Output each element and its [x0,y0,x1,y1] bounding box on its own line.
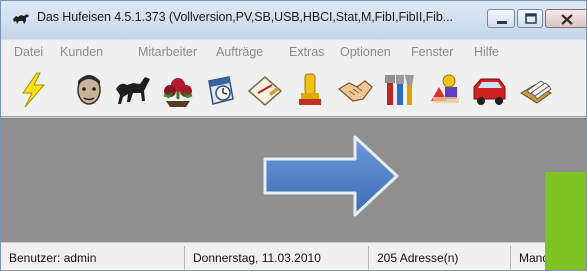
toolbar-button-cardbox[interactable] [515,71,555,109]
maximize-icon [525,13,537,24]
status-addresses-cell: 205 Adresse(n) [371,246,511,270]
close-button[interactable] [545,9,586,28]
toolbar-button-note[interactable] [245,71,285,109]
status-addresses: 205 Adresse(n) [377,251,459,265]
card-box-icon [520,80,552,104]
status-user: Benutzer: admin [9,251,97,265]
stamp-icon [299,73,321,105]
menu-bar: Datei Kunden Mitarbeiter Aufträge Extras… [1,39,586,63]
close-icon [561,14,573,25]
minimize-icon [497,21,507,24]
shapes-icon [431,74,459,103]
menu-kunden[interactable]: Kunden [60,45,103,59]
person-face-icon [77,75,101,105]
toolbar-button-calendar[interactable] [201,71,241,109]
lightning-icon [22,72,46,108]
tools-icon [385,75,414,105]
handshake-icon [337,80,373,102]
menu-datei[interactable]: Datei [14,45,43,59]
maximize-button[interactable] [517,9,543,28]
note-paper-icon [247,76,283,106]
toolbar-button-person[interactable] [69,71,109,109]
toolbar-button-tools[interactable] [379,71,419,109]
flowers-icon [163,78,193,107]
toolbar-button-shapes[interactable] [425,71,465,109]
green-overlay-block [545,172,586,270]
horse-icon [116,77,150,104]
menu-mitarbeiter[interactable]: Mitarbeiter [138,45,197,59]
toolbar [1,63,586,117]
status-date-cell: Donnerstag, 11.03.2010 [187,246,369,270]
toolbar-button-lightning[interactable] [13,71,53,109]
right-arrow-icon [263,135,399,217]
toolbar-button-stamp[interactable] [291,71,331,109]
window-title: Das Hufeisen 4.5.1.373 (Vollversion,PV,S… [37,10,453,24]
minimize-button[interactable] [487,9,515,28]
title-bar[interactable]: Das Hufeisen 4.5.1.373 (Vollversion,PV,S… [1,1,586,39]
status-user-cell: Benutzer: admin [3,246,185,270]
toolbar-button-flowers[interactable] [158,71,198,109]
app-window: Das Hufeisen 4.5.1.373 (Vollversion,PV,S… [0,0,587,271]
toolbar-button-handshake[interactable] [335,71,375,109]
toolbar-button-car[interactable] [469,71,509,109]
calendar-icon [208,76,234,105]
menu-optionen[interactable]: Optionen [340,45,391,59]
menu-extras[interactable]: Extras [289,45,324,59]
menu-hilfe[interactable]: Hilfe [474,45,499,59]
status-date: Donnerstag, 11.03.2010 [193,251,321,265]
menu-fenster[interactable]: Fenster [411,45,453,59]
toolbar-button-horse[interactable] [113,71,153,109]
menu-auftraege[interactable]: Aufträge [216,45,263,59]
horse-app-icon [13,14,29,24]
car-icon [473,78,506,105]
status-bar: Benutzer: admin Donnerstag, 11.03.2010 2… [1,242,586,270]
